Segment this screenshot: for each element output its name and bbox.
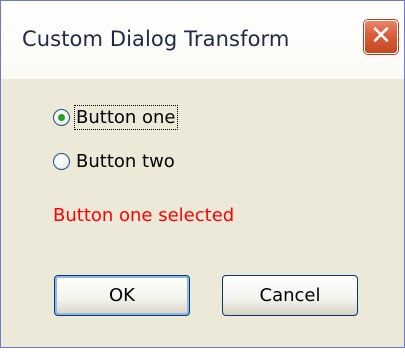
radio-checked-icon[interactable] bbox=[53, 109, 70, 126]
close-button[interactable]: ✕ bbox=[364, 20, 398, 54]
window-title: Custom Dialog Transform bbox=[22, 27, 290, 51]
title-bar[interactable]: Custom Dialog Transform ✕ bbox=[1, 1, 404, 79]
radio-button-two-label: Button two bbox=[76, 151, 175, 172]
radio-button-two[interactable]: Button two bbox=[53, 151, 175, 172]
radio-unchecked-icon[interactable] bbox=[53, 153, 70, 170]
dialog-window: Custom Dialog Transform ✕ Button one But… bbox=[0, 0, 405, 348]
ok-button[interactable]: OK bbox=[54, 275, 190, 316]
radio-button-one-label: Button one bbox=[74, 105, 178, 130]
close-icon: ✕ bbox=[370, 21, 392, 51]
selection-status-text: Button one selected bbox=[53, 205, 235, 226]
radio-button-one[interactable]: Button one bbox=[53, 105, 178, 130]
cancel-button[interactable]: Cancel bbox=[222, 275, 358, 316]
